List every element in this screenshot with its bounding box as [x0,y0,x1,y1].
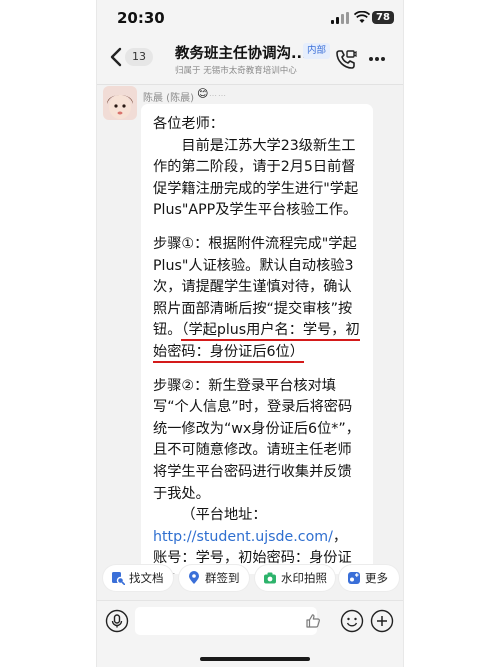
message-bubble[interactable]: 各位老师： 目前是江苏大学23级新生工作的第二阶段，请于2月5日前督促学籍注册完… [141,104,373,574]
message-greeting: 各位老师： [153,116,224,132]
document-search-icon [112,572,125,585]
watermark-photo-button[interactable]: 水印拍照 [255,565,335,591]
sender-name: 陈晨 (陈晨) [143,93,194,104]
message-input[interactable] [135,607,317,635]
back-arrow-icon[interactable] [109,46,123,68]
message-paragraph-step2: 步骤②：新生登录平台核对填写“个人信息”时，登录后将密码统一修改为“wx身份证后… [153,377,360,502]
more-apps-icon [348,572,360,584]
more-apps-label: 更多 [365,571,388,585]
wifi-icon [354,11,370,23]
sender-avatar[interactable] [103,86,137,120]
camera-icon [264,572,276,584]
battery-level: 78 [372,11,394,24]
chat-title[interactable]: 教务班主任协调沟... [175,42,315,63]
emoji-icon[interactable] [340,609,364,633]
input-bar [97,600,403,667]
more-options-icon[interactable] [368,56,386,62]
status-bar: 20:30 78 [97,0,403,34]
thumbs-up-icon[interactable] [305,613,321,629]
quick-actions-bar: 找文档 群签到 水印拍照 更多 [97,565,403,595]
voice-input-icon[interactable] [105,609,129,633]
message-paragraph-platform: （平台地址：http://student.ujsde.com/，账号：学号，初始… [153,505,361,574]
watermark-photo-label: 水印拍照 [281,571,327,585]
sender-status-dots: …… [209,89,227,98]
group-checkin-button[interactable]: 群签到 [179,565,249,591]
chat-subtitle: 归属于 无锡市太奇教育培训中心 [175,66,297,76]
find-document-button[interactable]: 找文档 [103,565,173,591]
signal-icon [331,12,349,24]
group-checkin-label: 群签到 [205,571,240,585]
find-document-label: 找文档 [129,571,164,585]
plus-icon[interactable] [370,609,394,633]
platform-link[interactable]: http://student.ujsde.com/ [153,529,333,545]
more-apps-button[interactable]: 更多 [339,565,399,591]
status-time: 20:30 [117,9,165,27]
video-call-icon[interactable] [335,48,357,70]
sender-status-emoji: 😊 [197,87,209,100]
unread-count-badge[interactable]: 13 [125,48,153,66]
chat-header: 13 教务班主任协调沟... 内部 归属于 无锡市太奇教育培训中心 [97,34,403,85]
message-paragraph-intro: 目前是江苏大学23级新生工作的第二阶段，请于2月5日前督促学籍注册完成的学生进行… [153,137,359,219]
message-paragraph-step1: 步骤①：根据附件流程完成"学起Plus"人证核验。默认自动核验3次，请提醒学生谨… [153,234,361,364]
platform-prefix: （平台地址： [181,507,267,524]
chat-screen: 20:30 78 13 教务班主任协调沟... 内部 归属于 无锡市太奇教育培训… [97,0,403,667]
home-indicator [200,657,310,661]
internal-tag: 内部 [303,43,331,59]
location-pin-icon [189,571,199,584]
step1-underlined-note: （学起plus用户名：学号，初始密码：身份证后6位） [153,322,360,363]
